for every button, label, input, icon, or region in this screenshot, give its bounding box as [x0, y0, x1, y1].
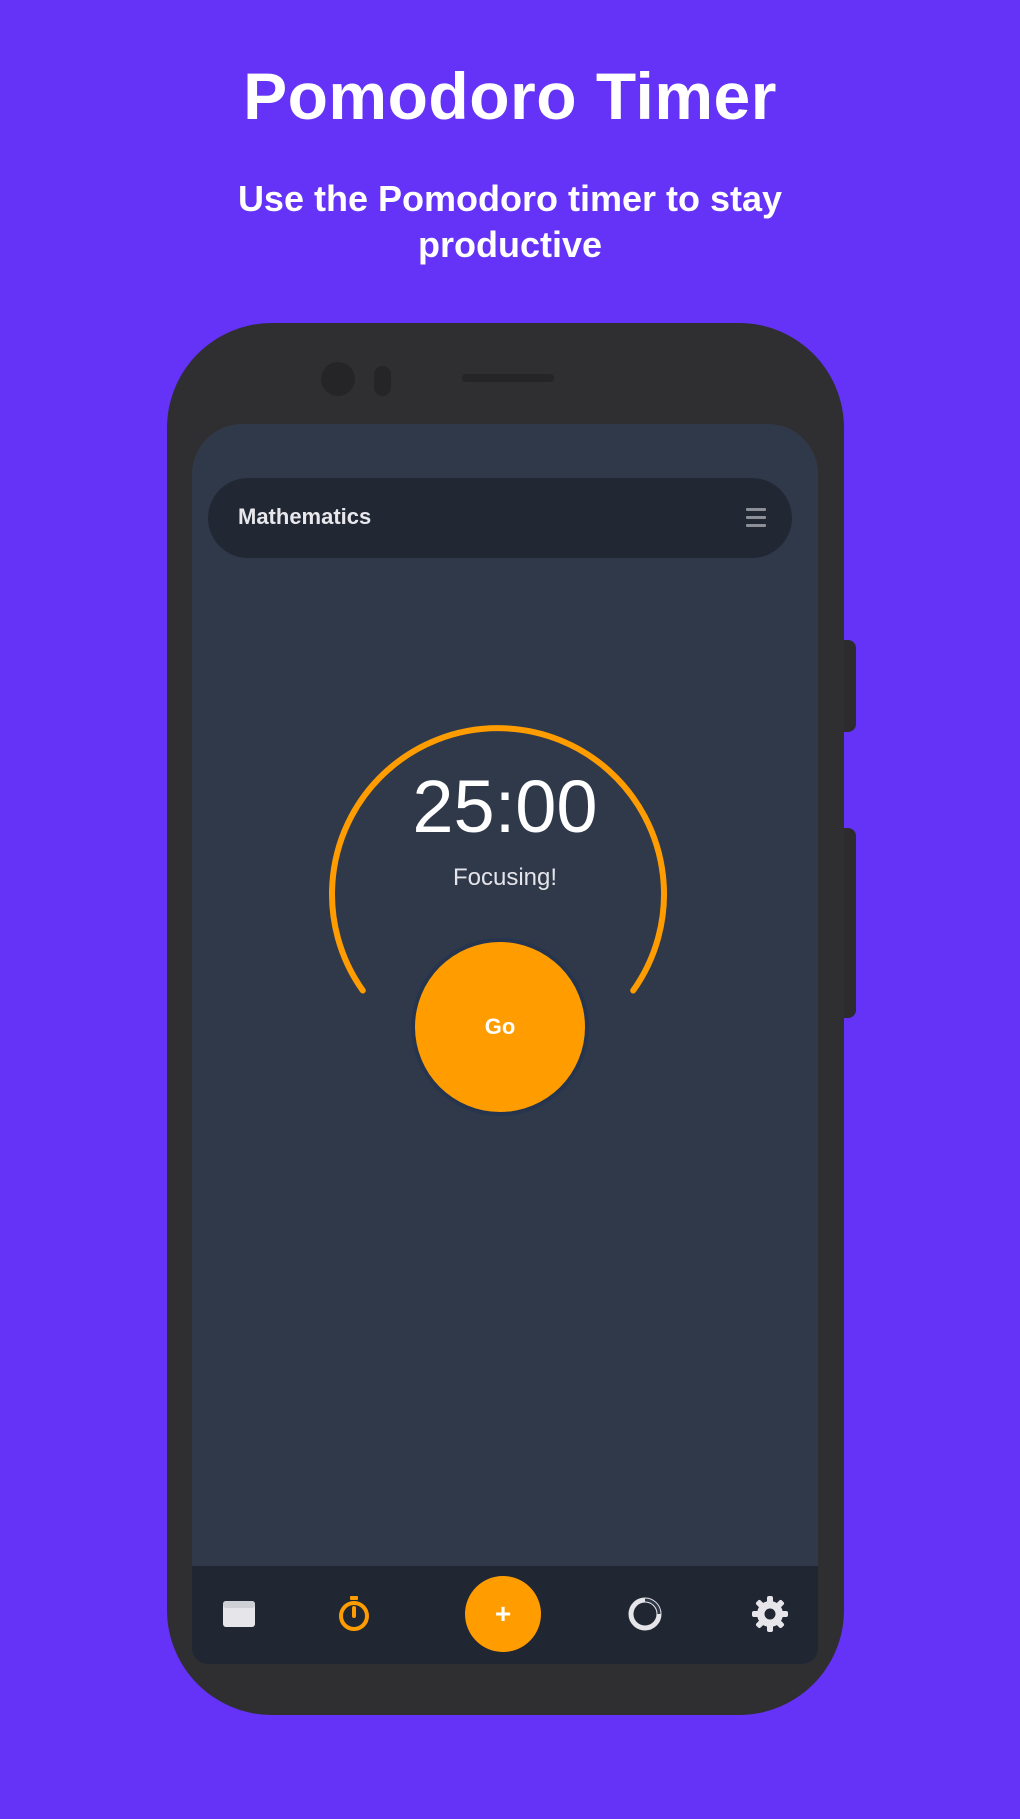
timer-icon[interactable] — [330, 1590, 378, 1638]
proximity-sensor — [374, 366, 391, 396]
phone-screen: Mathematics 25:00 Focusing! Go + — [192, 424, 818, 1664]
timer-time: 25:00 — [412, 765, 598, 848]
earpiece-speaker — [462, 374, 554, 382]
phone-side-button-power — [844, 640, 856, 732]
front-camera — [321, 362, 355, 396]
headline: Pomodoro Timer — [243, 59, 777, 133]
timer-status: Focusing! — [452, 864, 558, 891]
subheadline: Use the Pomodoro timer to stay productiv… — [237, 178, 783, 265]
list-icon[interactable] — [742, 504, 770, 532]
go-button[interactable]: Go — [415, 942, 585, 1112]
subject-label: Mathematics — [238, 504, 372, 529]
bottom-nav: + — [192, 1566, 818, 1664]
add-button[interactable]: + — [465, 1576, 541, 1652]
gear-icon[interactable] — [746, 1590, 794, 1638]
subject-bar[interactable]: Mathematics — [208, 478, 792, 558]
phone-side-button-volume — [844, 828, 856, 1018]
calendar-icon[interactable] — [215, 1590, 263, 1638]
chart-icon[interactable] — [621, 1590, 669, 1638]
